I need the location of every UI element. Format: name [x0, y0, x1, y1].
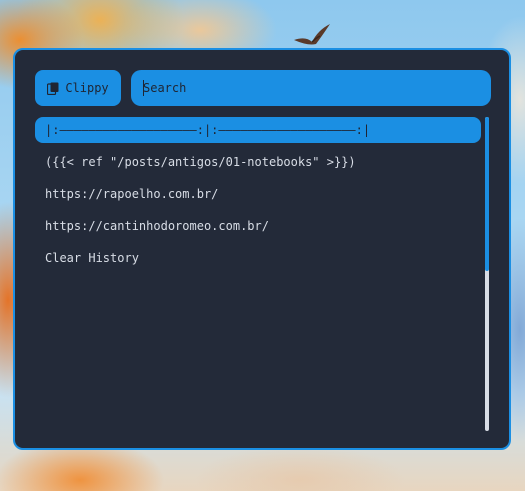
search-input[interactable]: [143, 81, 479, 95]
mode-label: Clippy: [65, 81, 109, 95]
clipboard-history-list: |:———————————————————:|:————————————————…: [35, 117, 481, 277]
text-caret: [143, 80, 144, 96]
list-item[interactable]: |:———————————————————:|:————————————————…: [35, 117, 481, 143]
mode-button[interactable]: Clippy: [35, 70, 121, 106]
bird-illustration: [294, 24, 330, 45]
scrollbar-thumb[interactable]: [485, 117, 489, 271]
scrollbar[interactable]: [485, 117, 489, 431]
search-box[interactable]: [131, 70, 491, 106]
list-item[interactable]: https://rapoelho.com.br/: [35, 181, 481, 207]
list-item[interactable]: https://cantinhodoromeo.com.br/: [35, 213, 481, 239]
clipboard-icon: [47, 82, 59, 95]
clipboard-launcher-window: Clippy |:———————————————————:|:—————————…: [13, 48, 511, 450]
list-item[interactable]: ({{< ref "/posts/antigos/01-notebooks" >…: [35, 149, 481, 175]
clear-history-item[interactable]: Clear History: [35, 245, 481, 271]
